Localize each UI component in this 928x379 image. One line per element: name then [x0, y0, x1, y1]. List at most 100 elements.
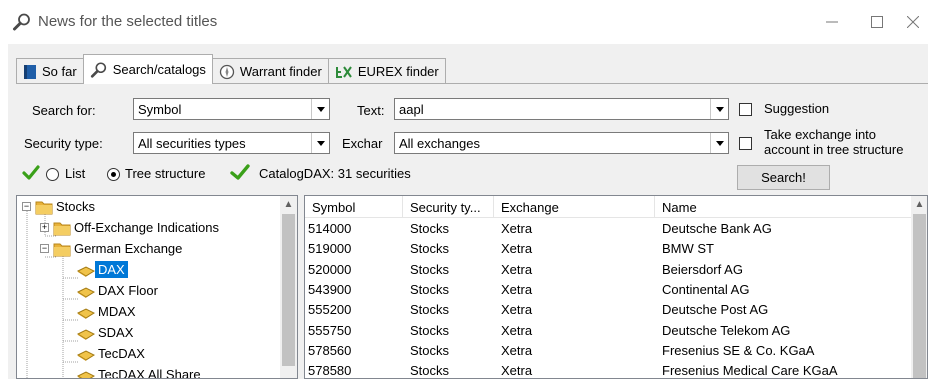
search-for-label: Search for:	[32, 103, 96, 118]
table-cell: Xetra	[501, 342, 533, 358]
tab-search-catalogs[interactable]: Search/catalogs	[82, 54, 213, 84]
take-exchange-checkbox[interactable]	[739, 137, 752, 150]
close-icon	[907, 16, 919, 28]
tree-node[interactable]: TecDAX	[77, 343, 148, 364]
close-button[interactable]	[898, 10, 928, 34]
table-row[interactable]: 514000 Stocks Xetra Deutsche Bank AG	[305, 219, 911, 239]
take-exchange-label-line1: Take exchange into	[764, 127, 877, 142]
table-row[interactable]: 578580 Stocks Xetra Fresenius Medical Care …	[305, 361, 911, 379]
expand-icon[interactable]: +	[40, 223, 49, 232]
table-cell: Xetra	[501, 281, 533, 297]
chevron-down-icon	[311, 99, 329, 119]
chevron-down-icon	[311, 133, 329, 153]
table-cell: Xetra	[501, 221, 533, 236]
column-header-security-type[interactable]: Security ty...	[403, 196, 494, 218]
tree-node[interactable]: DAX Floor	[77, 280, 161, 301]
exchange-dropdown[interactable]: All exchanges	[394, 132, 729, 154]
table-row[interactable]: 520000 Stocks Xetra Beiersdorf AG	[305, 260, 911, 280]
chevron-up-icon[interactable]: ▲	[911, 196, 927, 213]
table-cell: Stocks	[410, 322, 450, 338]
tab-label: So far	[42, 64, 77, 79]
list-radio[interactable]	[46, 168, 59, 181]
maximize-button[interactable]	[855, 10, 899, 34]
security-type-dropdown[interactable]: All securities types	[133, 132, 330, 154]
tree-node-label: MDAX	[98, 304, 136, 319]
tree-node-label: Stocks	[56, 199, 96, 214]
eurex-logo-icon	[335, 65, 352, 78]
search-for-value: Symbol	[138, 102, 182, 117]
table-cell: 519000	[308, 241, 352, 257]
tab-label: Search/catalogs	[112, 62, 206, 77]
tab-so-far[interactable]: So far	[16, 58, 84, 84]
tree-node-label: TecDAX All Share	[98, 367, 201, 379]
open-book-icon	[77, 349, 95, 361]
table-row[interactable]: 543900 Stocks Xetra Continental AG	[305, 280, 911, 300]
tree-scrollbar[interactable]: ▲	[280, 196, 297, 378]
tab-warrant-finder[interactable]: Warrant finder	[211, 58, 329, 84]
window-title: News for the selected titles	[38, 13, 218, 30]
table-cell: Xetra	[501, 241, 533, 257]
tree-node-label: Off-Exchange Indications	[74, 220, 220, 235]
column-header-symbol[interactable]: Symbol	[305, 196, 403, 218]
table-cell: Xetra	[501, 363, 533, 379]
suggestion-checkbox[interactable]	[739, 103, 752, 116]
table-cell: Continental AG	[662, 281, 750, 297]
tree-node[interactable]: MDAX	[77, 301, 139, 322]
table-row[interactable]: 555750 Stocks Xetra Deutsche Telekom AG	[305, 321, 911, 341]
suggestion-label: Suggestion	[764, 101, 830, 116]
minimize-icon	[826, 21, 838, 23]
table-cell: 555200	[308, 302, 352, 318]
collapse-icon[interactable]: −	[40, 244, 49, 253]
tab-eurex-finder[interactable]: EUREX finder	[327, 58, 446, 84]
table-cell: Beiersdorf AG	[662, 261, 743, 277]
tree-node[interactable]: Off-Exchange Indications	[53, 217, 222, 238]
table-cell: Fresenius SE & Co. KGaA	[662, 342, 815, 358]
open-book-icon	[77, 265, 95, 277]
tree-node[interactable]: German Exchange	[53, 238, 185, 259]
compass-icon	[219, 64, 235, 79]
table-header: Symbol Security ty... Exchange Name	[305, 196, 911, 218]
tree-node-label: TecDAX	[98, 346, 145, 361]
table-scroll-thumb[interactable]	[913, 214, 926, 378]
table-cell: 543900	[308, 281, 352, 297]
maximize-icon	[871, 16, 883, 28]
folder-icon	[53, 222, 71, 235]
text-input-value: aapl	[399, 102, 424, 117]
table-cell: 555750	[308, 322, 352, 338]
tree-structure-radio[interactable]	[107, 168, 120, 181]
tree-node-label: German Exchange	[74, 241, 183, 256]
catalog-tree[interactable]: − Stocks + Off-Exchange Indications − German …	[16, 195, 298, 379]
tree-node[interactable]: SDAX	[77, 322, 136, 343]
table-cell: Stocks	[410, 221, 450, 236]
search-for-dropdown[interactable]: Symbol	[133, 98, 330, 120]
table-cell: Xetra	[501, 322, 533, 338]
tab-label: EUREX finder	[357, 64, 439, 79]
table-cell: Stocks	[410, 363, 450, 379]
column-header-name[interactable]: Name	[655, 196, 911, 218]
table-cell: Deutsche Bank AG	[662, 221, 772, 236]
tab-strip: So far Search/catalogs Warrant finder EU…	[16, 54, 446, 84]
magnifier-icon	[90, 61, 106, 78]
search-button[interactable]: Search!	[737, 165, 830, 190]
tree-node[interactable]: TecDAX All Share	[77, 364, 204, 379]
table-scrollbar[interactable]: ▲	[911, 196, 927, 378]
list-label: List	[65, 166, 86, 181]
securities-table[interactable]: Symbol Security ty... Exchange Name 5140…	[304, 195, 928, 379]
tree-node[interactable]: Stocks	[35, 196, 98, 217]
tree-scroll-thumb[interactable]	[282, 214, 295, 366]
table-row[interactable]: 555200 Stocks Xetra Deutsche Post AG	[305, 300, 911, 320]
table-row[interactable]: 578560 Stocks Xetra Fresenius SE & Co. KGaA	[305, 341, 911, 361]
open-book-icon	[77, 328, 95, 340]
checkmark-icon	[230, 164, 250, 180]
text-input[interactable]: aapl	[394, 98, 729, 120]
tree-node[interactable]: DAX	[77, 259, 128, 280]
table-row[interactable]: 519000 Stocks Xetra BMW ST	[305, 239, 911, 259]
text-label: Text:	[357, 103, 385, 118]
exchange-value: All exchanges	[399, 136, 480, 151]
minimize-button[interactable]	[810, 10, 854, 34]
catalog-status: CatalogDAX: 31 securities	[259, 166, 411, 181]
tree-structure-label: Tree structure	[125, 166, 206, 181]
chevron-up-icon[interactable]: ▲	[280, 196, 297, 213]
column-header-exchange[interactable]: Exchange	[494, 196, 655, 218]
collapse-icon[interactable]: −	[22, 202, 31, 211]
